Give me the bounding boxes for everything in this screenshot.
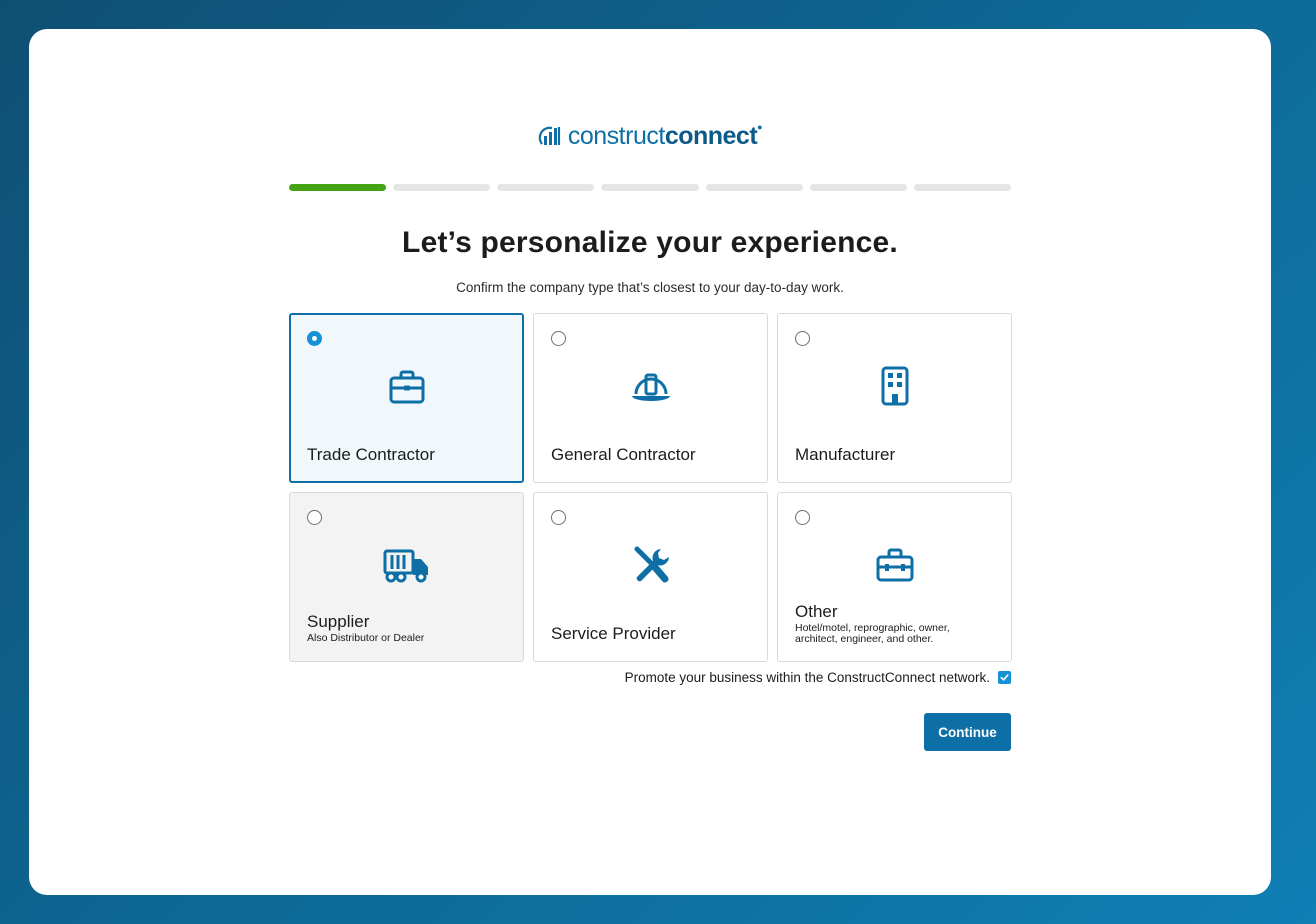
tools-icon: [634, 546, 669, 583]
briefcase-icon: [389, 370, 424, 404]
option-label: Supplier Also Distributor or Dealer: [307, 612, 424, 644]
continue-button[interactable]: Continue: [924, 713, 1011, 751]
promote-checkbox[interactable]: [998, 671, 1011, 684]
step-progress: [289, 184, 1011, 192]
option-supplier[interactable]: Supplier Also Distributor or Dealer: [289, 492, 524, 662]
radio-button[interactable]: [795, 331, 810, 346]
option-trade-contractor[interactable]: Trade Contractor: [289, 313, 524, 483]
progress-step-1: [289, 184, 387, 191]
progress-step-2: [393, 184, 491, 191]
constructconnect-logo: constructconnect●: [29, 121, 1271, 151]
toolbox-icon: [876, 548, 913, 582]
option-label: Other Hotel/motel, reprographic, owner, …: [795, 602, 985, 645]
hard-hat-icon: [631, 373, 670, 401]
progress-step-7: [913, 184, 1011, 191]
progress-step-3: [497, 184, 595, 191]
radio-button[interactable]: [307, 331, 322, 346]
option-title: Supplier: [307, 612, 370, 631]
progress-step-5: [705, 184, 803, 191]
option-label: Service Provider: [551, 624, 676, 643]
logo-mark-icon: [538, 126, 560, 145]
building-icon: [881, 366, 908, 406]
option-subtitle: Hotel/motel, reprographic, owner, archit…: [795, 622, 950, 645]
onboarding-card: constructconnect● Let’s personalize your…: [29, 29, 1271, 895]
company-type-options: Trade Contractor General Contractor Manu…: [289, 313, 1012, 662]
radio-button[interactable]: [551, 331, 566, 346]
page-title: Let’s personalize your experience.: [402, 226, 898, 259]
promote-business-option: Promote your business within the Constru…: [625, 670, 1011, 685]
page-subtitle: Confirm the company type that’s closest …: [456, 280, 844, 295]
logo-text: constructconnect●: [567, 121, 763, 150]
option-subtitle: Also Distributor or Dealer: [307, 632, 425, 644]
option-label: General Contractor: [551, 445, 696, 464]
option-title: Other: [795, 602, 838, 621]
progress-step-6: [809, 184, 907, 191]
radio-button[interactable]: [795, 510, 810, 525]
option-label: Manufacturer: [795, 445, 896, 464]
option-service-provider[interactable]: Service Provider: [533, 492, 768, 662]
truck-icon: [383, 549, 428, 583]
progress-step-4: [601, 184, 699, 191]
radio-button[interactable]: [551, 510, 566, 525]
option-general-contractor[interactable]: General Contractor: [533, 313, 768, 483]
checkmark-icon: [1000, 674, 1009, 681]
promote-label: Promote your business within the Constru…: [624, 670, 990, 685]
option-label: Trade Contractor: [307, 445, 435, 464]
radio-button[interactable]: [307, 510, 322, 525]
option-other[interactable]: Other Hotel/motel, reprographic, owner, …: [777, 492, 1012, 662]
option-manufacturer[interactable]: Manufacturer: [777, 313, 1012, 483]
